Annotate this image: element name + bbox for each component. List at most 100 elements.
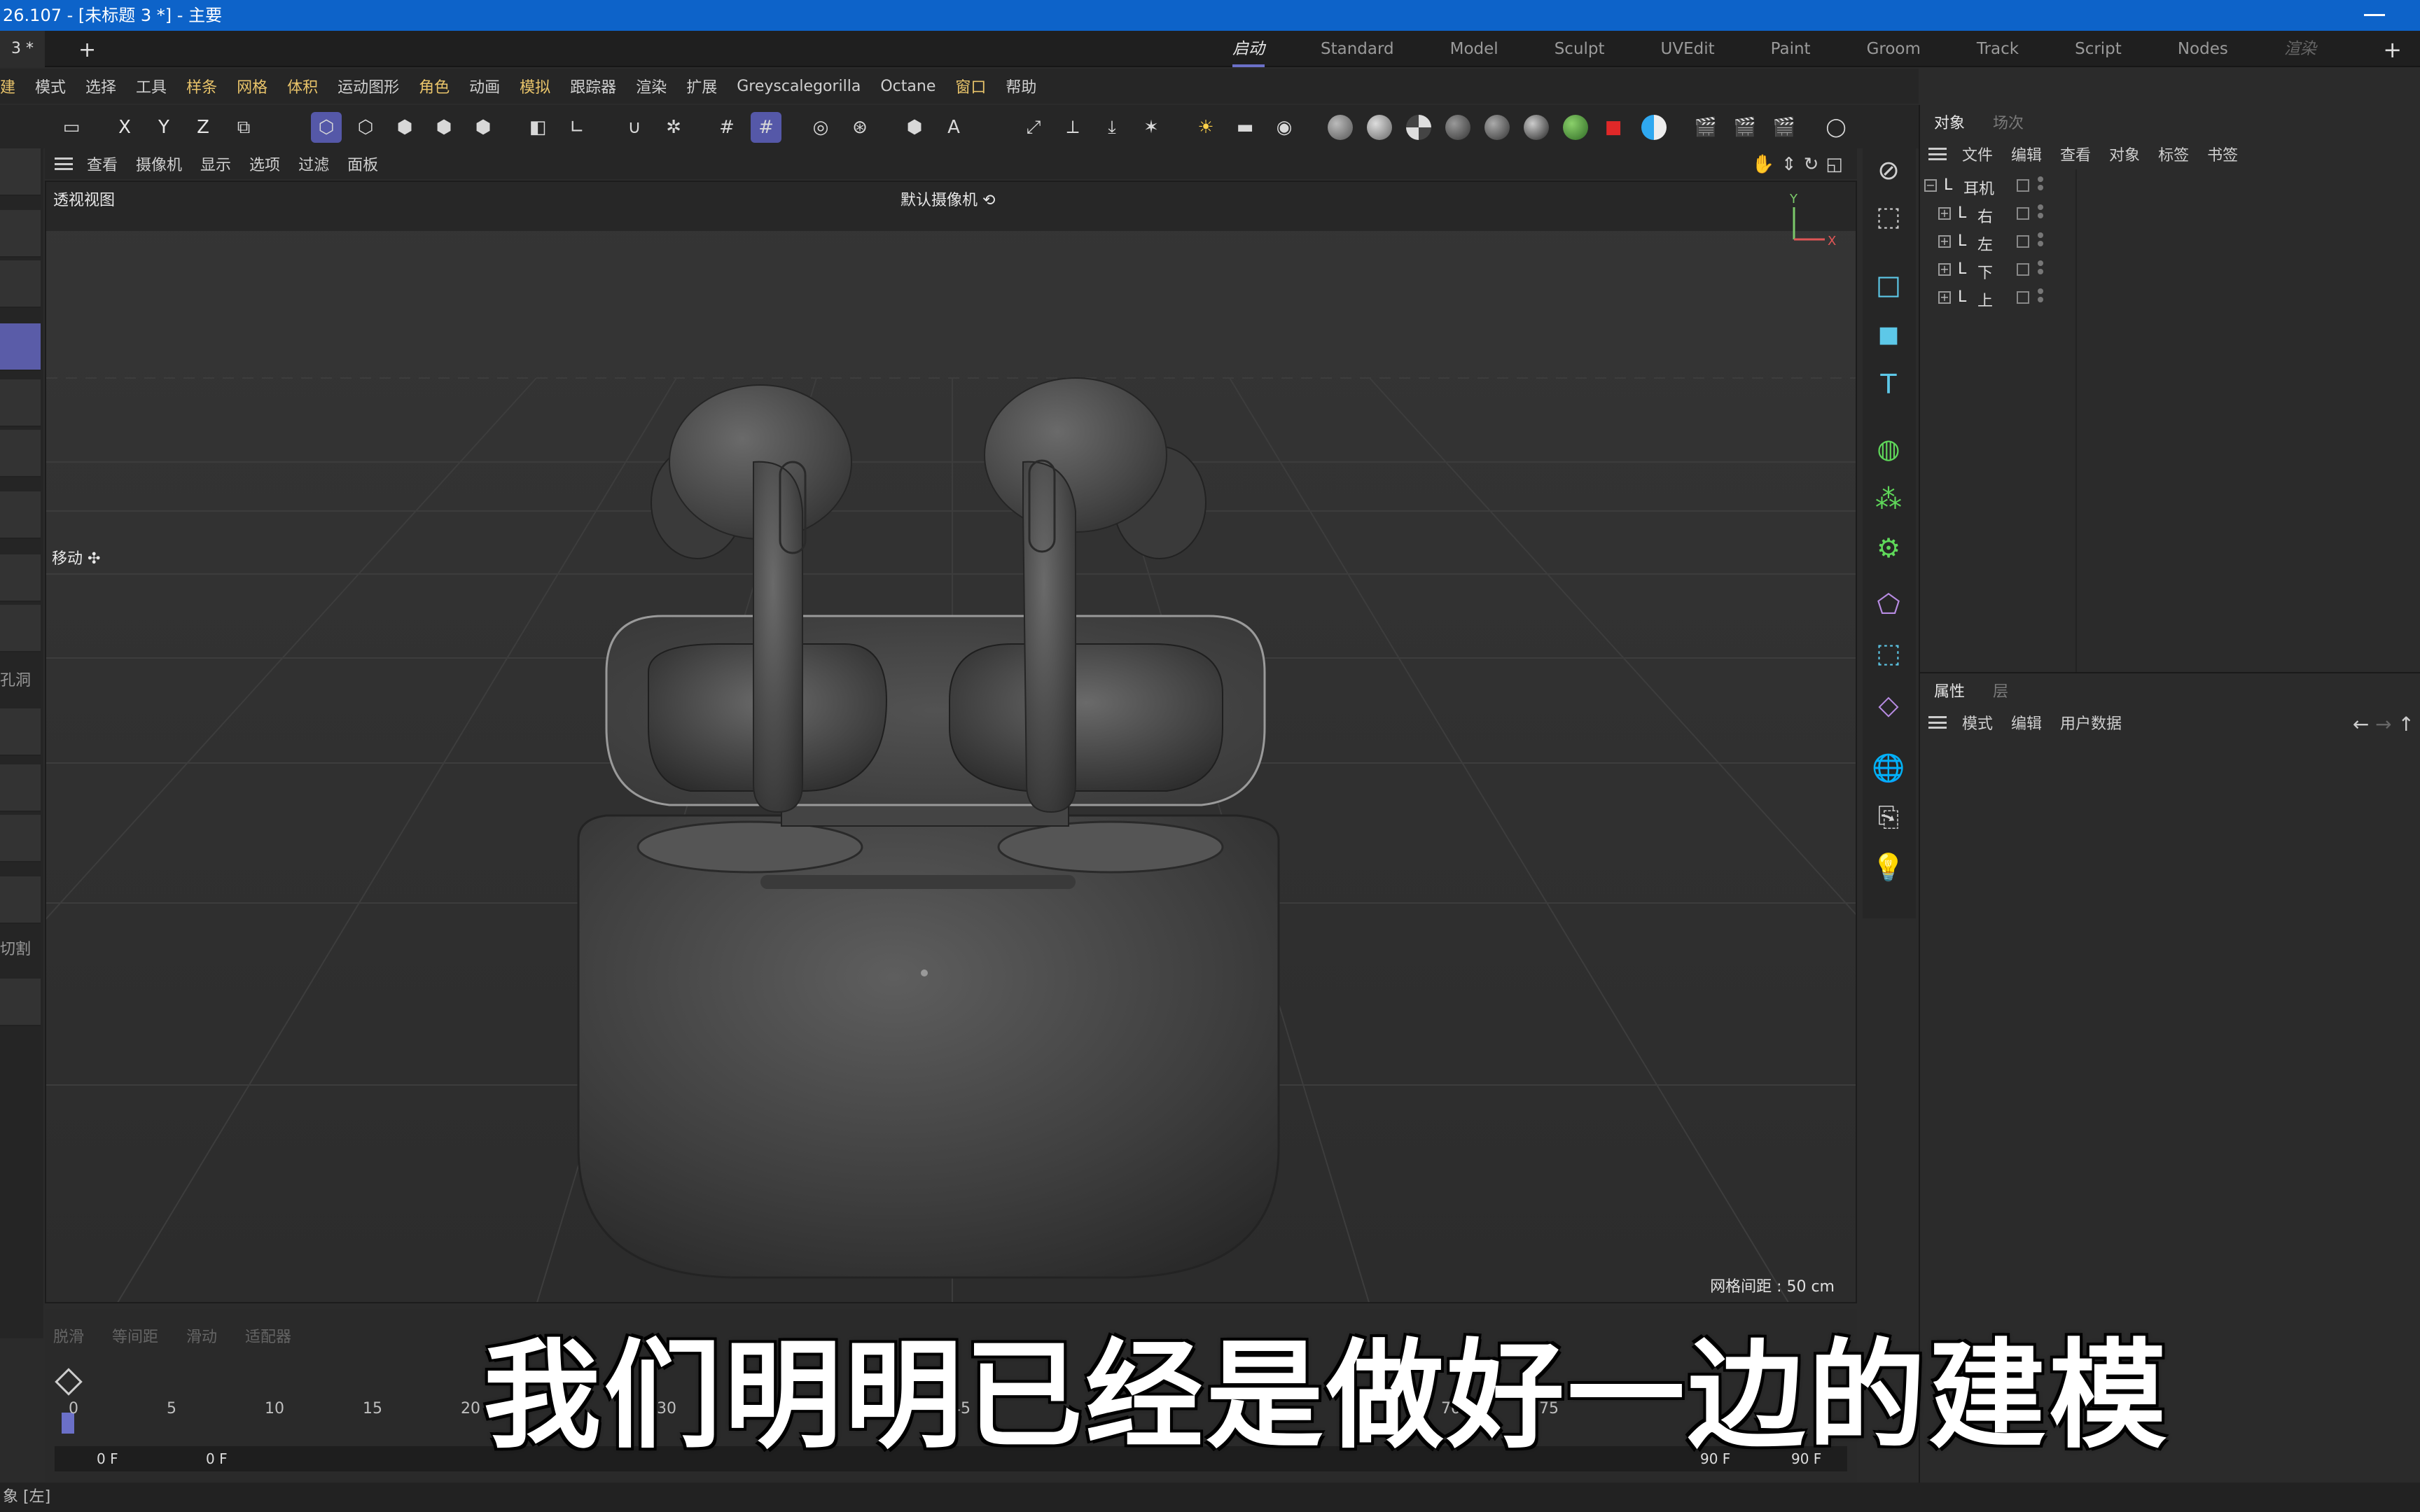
menu-item[interactable]: 运动图形 [338,75,399,97]
forward-arrow-icon[interactable]: → [2375,713,2391,736]
left-tool-3[interactable] [0,260,41,308]
menu-item[interactable]: 扩展 [686,75,717,97]
expand-icon[interactable]: + [1938,235,1951,248]
menu-item[interactable]: 网格 [237,75,267,97]
visibility-dots[interactable] [2038,288,2045,308]
spline-rectangle-icon[interactable]: □ [1868,265,1909,305]
mix-material-icon[interactable] [1445,115,1470,140]
material-sphere-icon[interactable] [1328,115,1353,140]
timeline-tool-1[interactable]: 脱滑 [53,1324,84,1347]
perspective-viewport[interactable]: 透视视图 默认摄像机 ⟲ 移动 ✣ Y X 网格间距 : 50 cm [45,181,1857,1303]
new-document-button[interactable]: + [78,38,96,62]
left-tool-11[interactable] [0,764,41,812]
viewport-menu-options[interactable]: 选项 [249,153,280,175]
current-frame-field[interactable]: 0 F [97,1450,118,1467]
left-tool-active[interactable] [0,323,41,371]
am-menu-edit[interactable]: 编辑 [2011,711,2042,734]
collapse-icon[interactable]: − [1924,179,1937,192]
viewport-menu-icon[interactable] [55,158,73,170]
timeline-tool-2[interactable]: 等间距 [112,1324,158,1347]
viewport-menu-panel[interactable]: 面板 [347,153,378,175]
text-icon[interactable]: T [1868,364,1909,405]
menu-item[interactable]: 窗口 [955,75,986,97]
layout-tab[interactable]: 渲染 [2284,31,2316,67]
left-tool-2[interactable] [0,210,41,258]
menu-item[interactable]: 选择 [85,75,116,97]
om-menu-view[interactable]: 查看 [2060,143,2091,165]
object-row-right[interactable]: + L 右 [1920,200,2420,228]
deformer-icon[interactable]: ⬠ [1868,584,1909,624]
explode-icon[interactable]: ✶ [1136,112,1167,143]
visibility-check[interactable] [2017,235,2029,248]
timeline-tool-3[interactable]: 滑动 [186,1324,217,1347]
menu-item[interactable]: 帮助 [1006,75,1036,97]
axis-tool-icon[interactable]: ∟ [562,112,592,143]
fur-material-icon[interactable] [1563,115,1588,140]
live-selection-icon[interactable]: ⬚ [1868,196,1909,237]
start-frame-field[interactable]: 0 F [206,1450,228,1467]
cube-icon[interactable]: ◼ [1868,314,1909,354]
layout-tab[interactable]: Sculpt [1555,31,1605,67]
snap-settings-icon[interactable]: ✲ [658,112,689,143]
tab-takes[interactable]: 场次 [1993,111,2024,133]
menu-item[interactable]: Greyscalegorilla [737,78,861,95]
object-axis-icon[interactable]: ◧ [522,112,553,143]
search-icon[interactable]: ◯ [1821,112,1851,143]
menu-item[interactable]: Octane [880,78,936,95]
viewport-menu-display[interactable]: 显示 [200,153,231,175]
visibility-dots[interactable] [2038,176,2045,196]
cloner-icon[interactable]: ⁂ [1868,479,1909,519]
left-tool-14[interactable] [0,979,41,1026]
workplane-icon[interactable]: # [751,112,781,143]
left-tool-5[interactable] [0,379,41,427]
viewport-camera-name[interactable]: 默认摄像机 ⟲ [900,188,995,210]
edges-mode-icon[interactable]: ⬢ [389,112,420,143]
sun-light-icon[interactable]: ☀ [1190,112,1221,143]
soft-selection-icon[interactable]: ◎ [805,112,836,143]
visibility-dots[interactable] [2038,260,2045,280]
am-menu-user-data[interactable]: 用户数据 [2060,711,2122,734]
left-tool-9[interactable] [0,605,41,652]
left-tool-12[interactable] [0,815,41,862]
menu-item[interactable]: 模式 [35,75,66,97]
object-row-earphones[interactable]: − L 耳机 [1920,172,2420,200]
am-menu-mode[interactable]: 模式 [1962,711,1993,734]
document-tab[interactable]: 3 * [0,31,45,67]
tab-layers[interactable]: 层 [1993,679,2008,701]
visibility-check[interactable] [2017,179,2029,192]
left-tool-13[interactable] [0,876,41,924]
om-menu-edit[interactable]: 编辑 [2011,143,2042,165]
layout-tab[interactable]: Script [2075,31,2122,67]
left-tool-8[interactable] [0,554,41,602]
maximize-view-icon[interactable]: ◱ [1826,154,1843,175]
uv-mode-icon[interactable]: ⬢ [468,112,499,143]
left-tool-10[interactable] [0,708,41,756]
undo-icon[interactable]: ▭ [56,112,87,143]
om-menu-object[interactable]: 对象 [2109,143,2140,165]
expand-icon[interactable]: + [1938,291,1951,304]
menu-item[interactable]: 动画 [469,75,500,97]
mograph-icon[interactable]: ◇ [1868,685,1909,725]
layout-tab[interactable]: Model [1450,31,1498,67]
subdivision-icon[interactable]: ◍ [1868,428,1909,469]
coordinate-system-icon[interactable]: ⧉ [228,112,259,143]
om-menu-file[interactable]: 文件 [1962,143,1993,165]
spot-light-icon[interactable]: ◉ [1269,112,1300,143]
axis-z-lock[interactable]: Z [188,112,218,143]
viewport-menu-view[interactable]: 查看 [87,153,118,175]
layout-tab[interactable]: UVEdit [1661,31,1715,67]
checker-material-icon[interactable] [1406,115,1431,140]
object-manager-menu-icon[interactable] [1928,148,1947,160]
pan-icon[interactable]: ✋ [1751,154,1774,175]
visibility-check[interactable] [2017,263,2029,276]
menu-item[interactable]: 渲染 [636,75,667,97]
keyframe-icon[interactable] [55,1368,83,1396]
render-picture-viewer-icon[interactable]: 🎬 [1730,112,1760,143]
expand-icon[interactable]: + [1938,263,1951,276]
left-tool-6[interactable] [0,430,41,477]
layout-tab[interactable]: Nodes [2178,31,2228,67]
points-mode-icon[interactable]: ⬡ [350,112,381,143]
back-arrow-icon[interactable]: ← [2353,713,2369,736]
case-lid[interactable] [605,615,1266,806]
minimize-button[interactable] [2329,0,2420,31]
